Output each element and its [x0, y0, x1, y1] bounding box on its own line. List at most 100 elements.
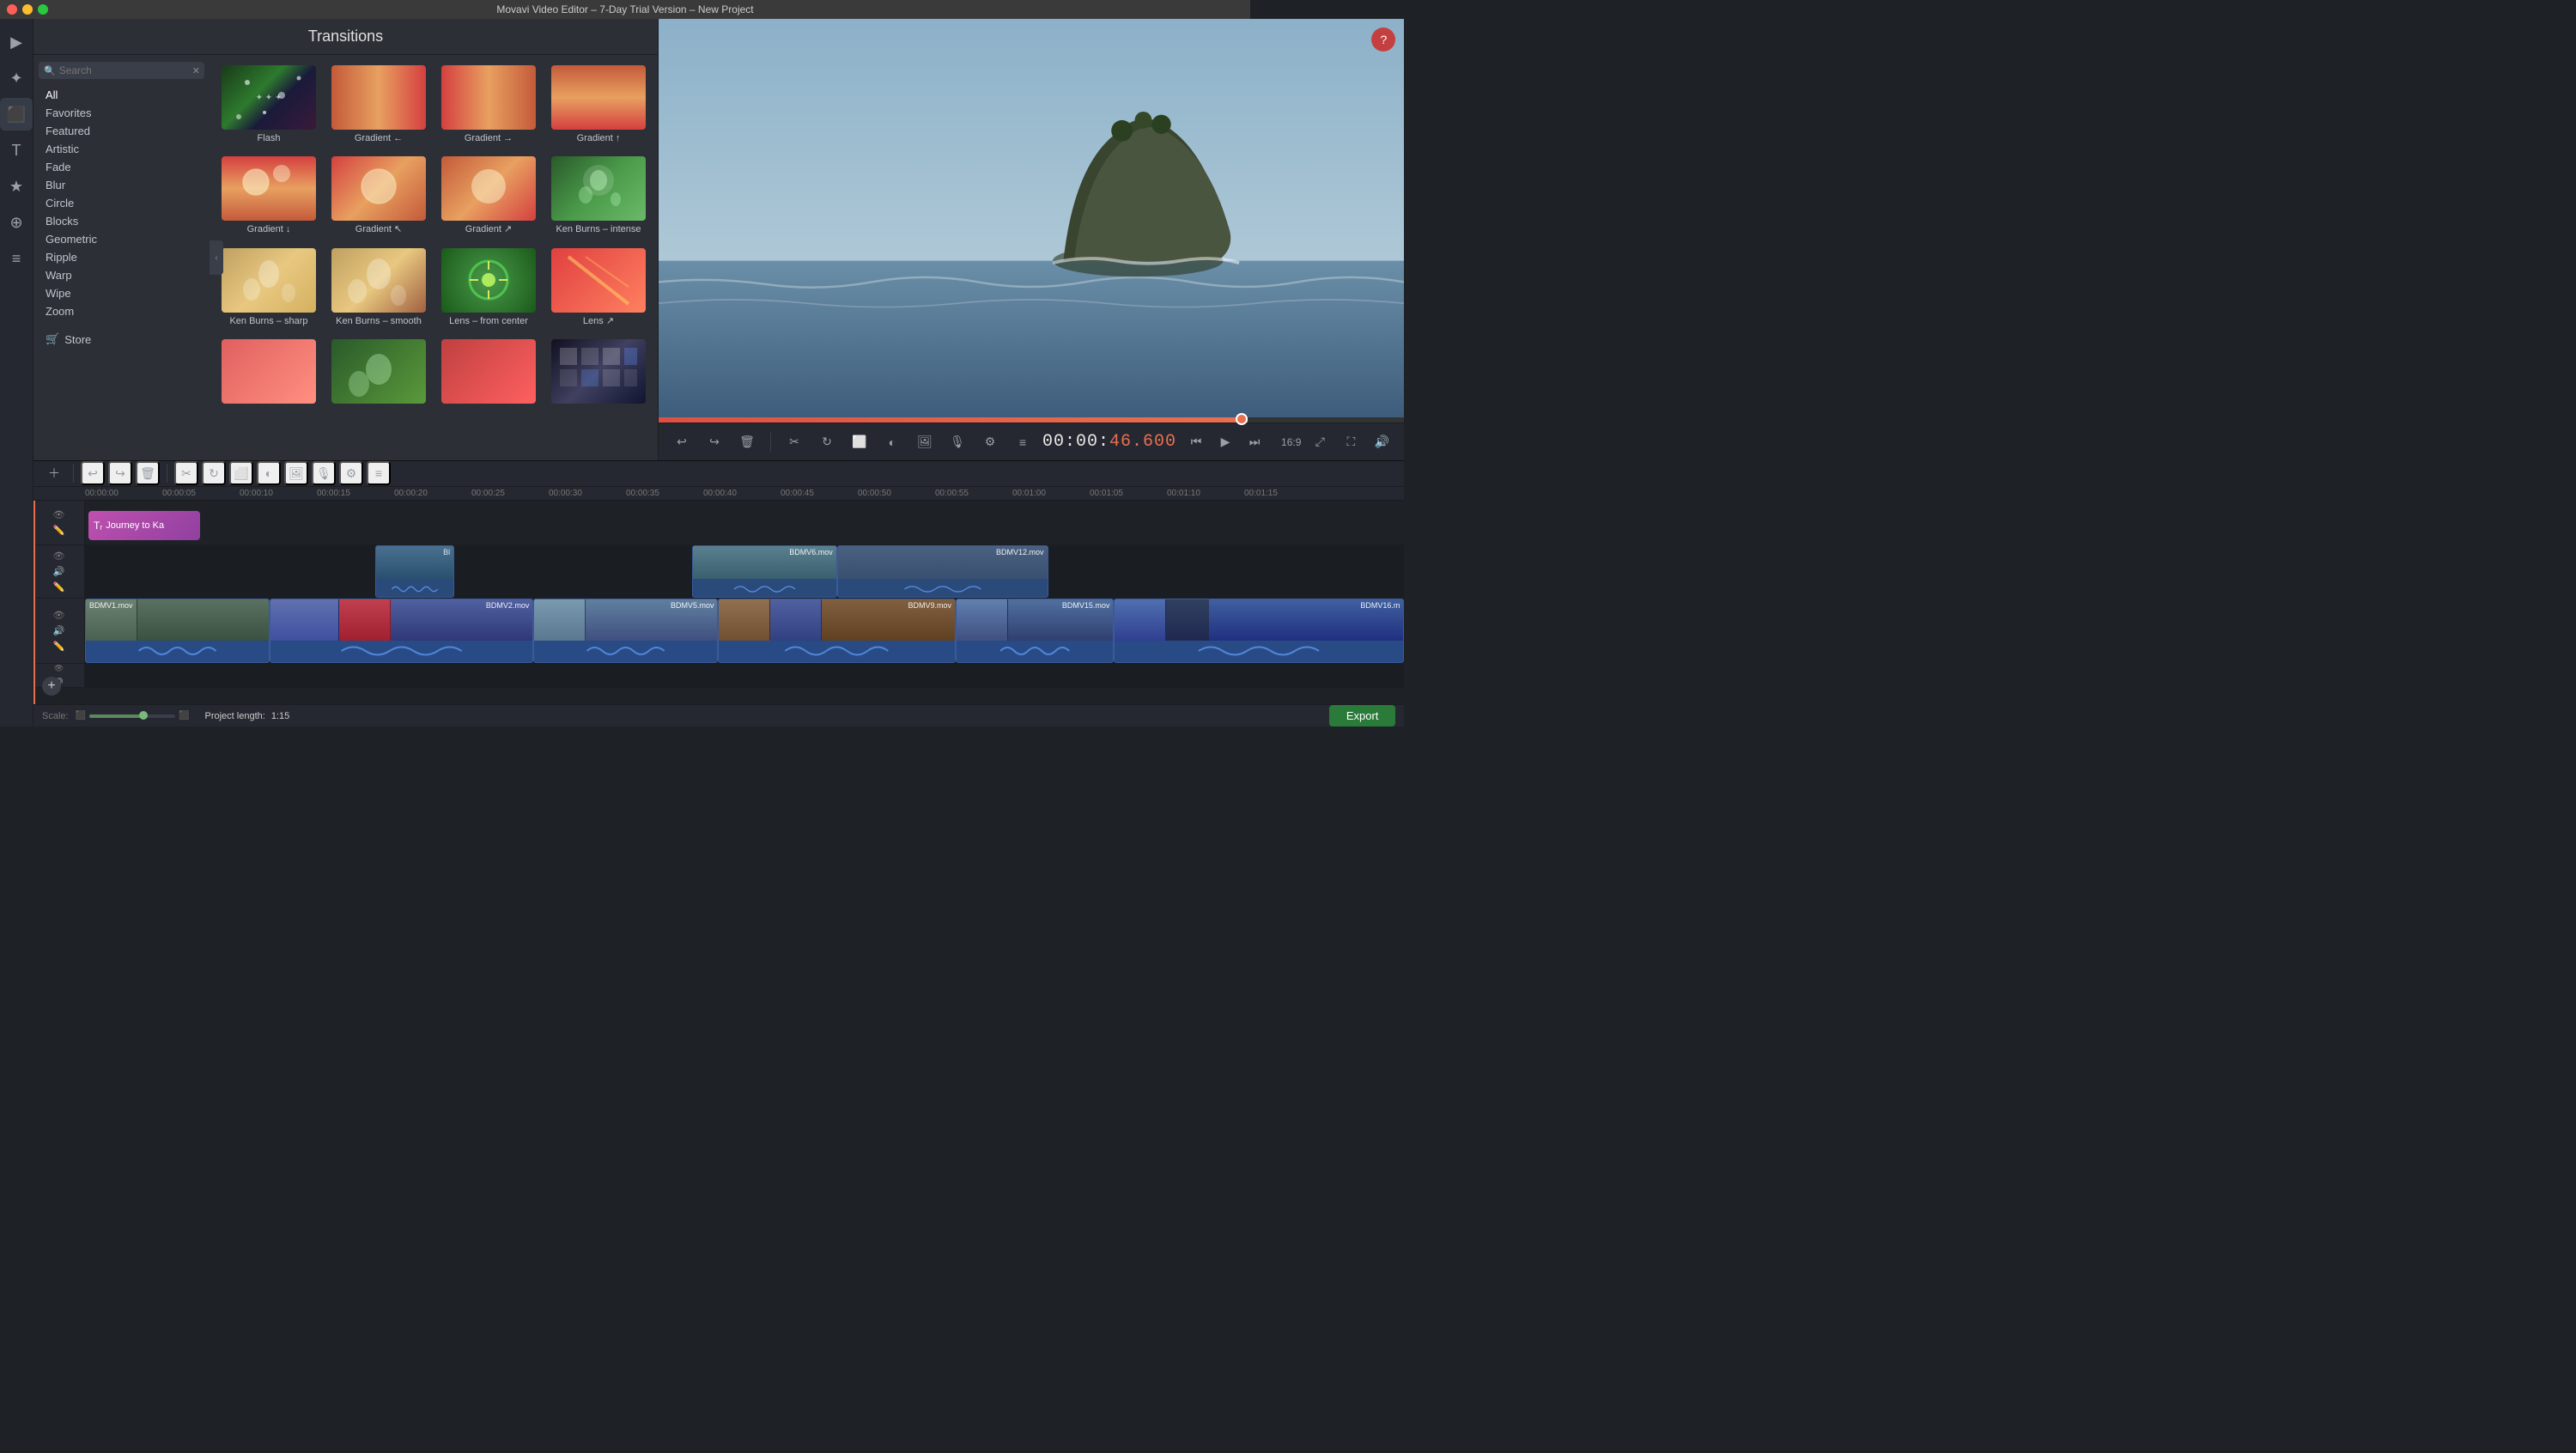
eye-icon3[interactable]: 👁 [52, 609, 66, 623]
levels-timeline-button[interactable]: ≡ [367, 461, 391, 485]
bl-clip[interactable]: Bl [375, 545, 454, 598]
scale-handle[interactable] [139, 711, 148, 720]
cut-button[interactable]: ✂ [781, 429, 807, 455]
bdmv9-clip[interactable]: BDMV9.mov [718, 599, 956, 663]
image-button[interactable]: 🖼 [912, 429, 938, 455]
bdmv5-label: BDMV5.mov [671, 601, 714, 610]
sidebar-transitions[interactable]: ★ [0, 170, 33, 203]
bdmv15-clip[interactable]: BDMV15.mov [956, 599, 1114, 663]
sidebar-effects[interactable]: ✦ [0, 62, 33, 94]
bdmv12-clip[interactable]: BDMV12.mov [837, 545, 1048, 598]
fullscreen-button[interactable]: ⤢ [1308, 430, 1332, 454]
close-button[interactable] [7, 4, 17, 15]
volume-icon3[interactable]: 🔊 [52, 624, 66, 638]
transition-unknown3[interactable] [436, 336, 541, 410]
transition-kburns-sharp[interactable]: Ken Burns – sharp [216, 245, 321, 331]
image-timeline-button[interactable]: 🖼 [284, 461, 308, 485]
progress-handle[interactable] [1236, 413, 1248, 425]
sidebar-audio[interactable]: ≡ [0, 242, 33, 275]
transition-gradient-br[interactable]: Gradient ↖ [326, 153, 431, 239]
category-geometric[interactable]: Geometric [39, 230, 204, 248]
rotate-button[interactable]: ↻ [814, 429, 840, 455]
transition-lens-center[interactable]: Lens – from center [436, 245, 541, 331]
transition-gradient-l[interactable]: Gradient ← [326, 62, 431, 148]
category-all[interactable]: All [39, 86, 204, 104]
category-favorites[interactable]: Favorites [39, 104, 204, 122]
transition-gradient-u[interactable]: Gradient ↑ [546, 62, 651, 148]
category-zoom[interactable]: Zoom [39, 302, 204, 320]
bdmv2-clip[interactable]: BDMV2.mov [270, 599, 533, 663]
delete-button[interactable]: 🗑 [734, 429, 760, 455]
category-artistic[interactable]: Artistic [39, 140, 204, 158]
edit-icon3[interactable]: ✏️ [52, 640, 66, 654]
color-button[interactable]: ◐ [879, 429, 905, 455]
bdmv6-clip[interactable]: BDMV6.mov [692, 545, 837, 598]
undo-timeline-button[interactable]: ↩ [81, 461, 105, 485]
lock-icon[interactable]: ✏️ [52, 524, 66, 538]
category-circle[interactable]: Circle [39, 194, 204, 212]
maximize-button[interactable] [38, 4, 48, 15]
transition-flash[interactable]: Flash [216, 62, 321, 148]
sidebar-media[interactable]: ▶ [0, 26, 33, 58]
transition-unknown2[interactable] [326, 336, 431, 410]
minimize-button[interactable] [22, 4, 33, 15]
transition-unknown4[interactable] [546, 336, 651, 410]
settings-timeline-button[interactable]: ⚙ [339, 461, 363, 485]
title-clip[interactable]: Tᵣ Journey to Ka [88, 511, 200, 540]
skip-back-button[interactable]: ⏮ [1183, 429, 1209, 455]
category-warp[interactable]: Warp [39, 266, 204, 284]
sidebar-clips[interactable]: ⬛ [0, 98, 33, 131]
transition-kburns-smooth[interactable]: Ken Burns – smooth [326, 245, 431, 331]
bdmv1-clip[interactable]: BDMV1.mov [85, 599, 270, 663]
category-ripple[interactable]: Ripple [39, 248, 204, 266]
export-button[interactable]: Export [1329, 705, 1396, 726]
bdmv16-clip[interactable]: BDMV16.m [1114, 599, 1404, 663]
cut-timeline-button[interactable]: ✂ [174, 461, 198, 485]
category-wipe[interactable]: Wipe [39, 284, 204, 302]
settings-button[interactable]: ⚙ [977, 429, 1003, 455]
category-blocks[interactable]: Blocks [39, 212, 204, 230]
crop-timeline-button[interactable]: ⬜ [229, 461, 253, 485]
bdmv5-clip[interactable]: BDMV5.mov [533, 599, 718, 663]
search-input[interactable] [59, 64, 192, 76]
transition-kburns-intense[interactable]: Ken Burns – intense [546, 153, 651, 239]
progress-bar[interactable] [659, 417, 1404, 423]
add-track-button[interactable]: + [42, 677, 61, 696]
audio-eye-icon[interactable]: 👁 [52, 664, 66, 674]
rotate-timeline-button[interactable]: ↻ [202, 461, 226, 485]
search-bar[interactable]: 🔍 ✕ [39, 62, 204, 79]
skip-forward-button[interactable]: ⏭ [1242, 429, 1267, 455]
play-button[interactable]: ▶ [1212, 429, 1238, 455]
scale-slider-track[interactable] [89, 714, 175, 718]
crop-button[interactable]: ⬜ [847, 429, 872, 455]
transition-unknown1[interactable] [216, 336, 321, 410]
collapse-panel-button[interactable]: ‹ [210, 240, 223, 275]
sidebar-filters[interactable]: ⊕ [0, 206, 33, 239]
search-clear-icon[interactable]: ✕ [192, 65, 200, 76]
category-blur[interactable]: Blur [39, 176, 204, 194]
delete-timeline-button[interactable]: 🗑 [136, 461, 160, 485]
transition-lens-diag[interactable]: Lens ↗ [546, 245, 651, 331]
lock-icon2[interactable]: 🔊 [52, 565, 66, 579]
transition-gradient-tl[interactable]: Gradient ↗ [436, 153, 541, 239]
add-track-icon[interactable]: ＋ [42, 461, 66, 485]
redo-button[interactable]: ↪ [702, 429, 727, 455]
levels-button[interactable]: ≡ [1010, 429, 1036, 455]
redo-timeline-button[interactable]: ↪ [108, 461, 132, 485]
undo-button[interactable]: ↩ [669, 429, 695, 455]
audio-timeline-button[interactable]: 🎙 [312, 461, 336, 485]
store-button[interactable]: 🛒 Store [39, 327, 204, 351]
volume-button[interactable]: 🔊 [1370, 430, 1394, 454]
audio-record-button[interactable]: 🎙 [945, 429, 970, 455]
transition-gradient-r[interactable]: Gradient → [436, 62, 541, 148]
color-timeline-button[interactable]: ◐ [257, 461, 281, 485]
transition-gradient-d[interactable]: Gradient ↓ [216, 153, 321, 239]
expand-button[interactable]: ⛶ [1339, 430, 1363, 454]
category-fade[interactable]: Fade [39, 158, 204, 176]
eye-icon[interactable]: 👁 [52, 508, 66, 522]
edit-icon2[interactable]: ✏️ [52, 581, 66, 594]
scale-slider[interactable]: ⬛ ⬛ [76, 711, 190, 720]
category-featured[interactable]: Featured [39, 122, 204, 140]
eye-icon2[interactable]: 👁 [52, 550, 66, 563]
sidebar-text[interactable]: T [0, 134, 33, 167]
